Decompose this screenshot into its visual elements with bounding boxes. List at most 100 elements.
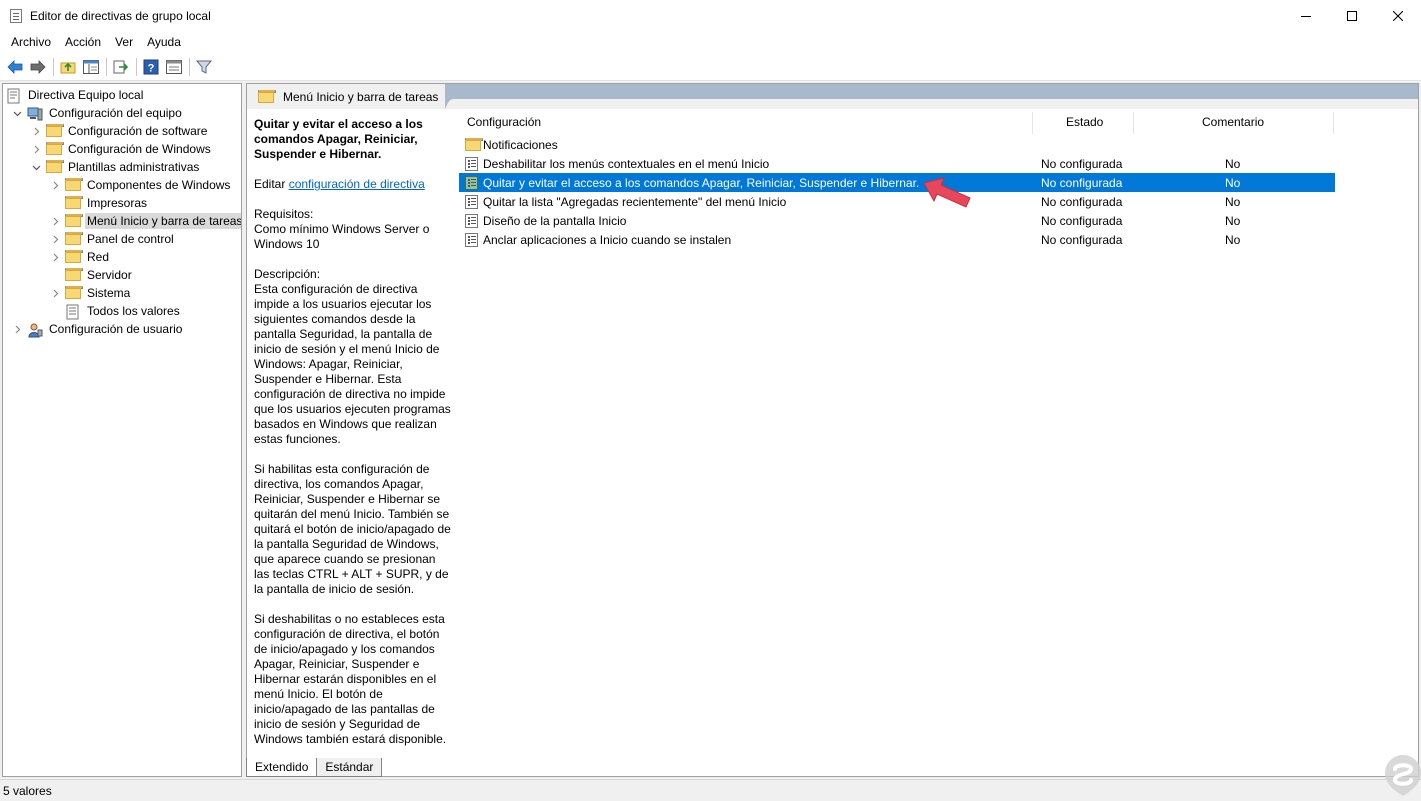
- tree-item[interactable]: Configuración del equipo: [11, 104, 184, 122]
- list-setting-row[interactable]: Quitar y evitar el acceso a los comandos…: [459, 173, 1335, 192]
- help-icon: ?: [143, 59, 159, 74]
- tree-item[interactable]: Directiva Equipo local: [6, 86, 145, 104]
- list-setting-row[interactable]: Diseño de la pantalla Inicio No configura…: [459, 211, 1335, 230]
- folder-icon: [65, 250, 83, 264]
- minimize-button[interactable]: [1283, 0, 1329, 31]
- status-text: 5 valores: [3, 783, 52, 798]
- tree-item-label: Configuración de Windows: [68, 142, 211, 156]
- policy-setting-icon: [465, 194, 479, 209]
- menu-ver[interactable]: Ver: [108, 33, 140, 51]
- folder-icon: [46, 142, 64, 156]
- column-header-configuracion[interactable]: Configuración: [467, 109, 541, 135]
- all-settings-icon: [65, 304, 81, 320]
- up-level-button[interactable]: [57, 56, 79, 78]
- folder-icon: [65, 214, 83, 228]
- back-button[interactable]: [4, 56, 26, 78]
- tree-item[interactable]: Panel de control: [49, 230, 176, 248]
- maximize-button[interactable]: [1329, 0, 1375, 31]
- settings-list[interactable]: Configuración Estado Comentario Notifica…: [459, 109, 1347, 249]
- tree-pane[interactable]: Directiva Equipo local Configuración del …: [2, 83, 242, 777]
- tree-item[interactable]: Red: [49, 248, 111, 266]
- chevron-down-icon[interactable]: [11, 104, 23, 122]
- setting-name: Diseño de la pantalla Inicio: [483, 213, 627, 228]
- expander-placeholder: [49, 194, 61, 212]
- tree-item[interactable]: Configuración de usuario: [11, 320, 184, 338]
- policy-setting-icon: [465, 232, 479, 247]
- export-list-icon: [113, 60, 129, 73]
- column-divider[interactable]: [1333, 112, 1334, 134]
- setting-comment: No: [1225, 213, 1241, 228]
- column-header-comentario[interactable]: Comentario: [1202, 109, 1264, 135]
- watermark-logo-icon: [1385, 755, 1421, 796]
- menu-archivo[interactable]: Archivo: [4, 33, 58, 51]
- header-accent-curve: [445, 84, 459, 109]
- tree-item[interactable]: Plantillas administrativas: [30, 158, 201, 176]
- tree-item-label: Componentes de Windows: [87, 178, 231, 192]
- toolbar-separator: [189, 57, 190, 76]
- setting-name-cell: Quitar la lista "Agregadas recientemente…: [465, 192, 786, 211]
- list-setting-row[interactable]: Anclar aplicaciones a Inicio cuando se i…: [459, 230, 1335, 249]
- chevron-right-icon[interactable]: [49, 284, 61, 302]
- column-divider[interactable]: [1133, 112, 1134, 134]
- chevron-right-icon[interactable]: [30, 122, 42, 140]
- folder-icon: [65, 268, 83, 282]
- help-button[interactable]: ?: [140, 56, 162, 78]
- header-accent-band: [452, 84, 1418, 99]
- setting-state: No configurada: [1041, 213, 1123, 228]
- properties-icon: [166, 59, 182, 74]
- setting-name: Anclar aplicaciones a Inicio cuando se i…: [483, 232, 732, 247]
- column-header-estado[interactable]: Estado: [1066, 109, 1103, 135]
- tree-item[interactable]: Configuración de Windows: [30, 140, 213, 158]
- close-button[interactable]: [1375, 0, 1421, 31]
- setting-name-cell: Quitar y evitar el acceso a los comandos…: [465, 173, 919, 192]
- chevron-right-icon[interactable]: [49, 176, 61, 194]
- filter-button[interactable]: [193, 56, 215, 78]
- description-label: Descripción:: [254, 267, 321, 281]
- list-folder-row[interactable]: Notificaciones: [459, 135, 1335, 154]
- chevron-right-icon[interactable]: [49, 248, 61, 266]
- tab-estandar[interactable]: Estándar: [317, 758, 383, 777]
- folder-icon: [65, 232, 83, 246]
- toolbar-separator: [53, 57, 54, 76]
- tree-item[interactable]: Impresoras: [49, 194, 149, 212]
- list-setting-row[interactable]: Quitar la lista "Agregadas recientemente…: [459, 192, 1335, 211]
- tab-extendido[interactable]: Extendido: [246, 758, 318, 777]
- tree-item-label: Configuración de software: [68, 124, 208, 138]
- tree-item[interactable]: Todos los valores: [49, 302, 182, 320]
- setting-name: Deshabilitar los menús contextuales en e…: [483, 156, 770, 171]
- annotation-arrow-icon: [923, 177, 971, 208]
- tree-item[interactable]: Sistema: [49, 284, 132, 302]
- back-arrow-icon: [7, 59, 23, 74]
- setting-comment: No: [1225, 194, 1241, 209]
- export-list-button[interactable]: [110, 56, 132, 78]
- column-divider[interactable]: [1032, 112, 1033, 134]
- close-icon: [1393, 10, 1403, 21]
- tree-item-label: Sistema: [87, 286, 131, 300]
- tree-item[interactable]: Servidor: [49, 266, 134, 284]
- forward-button[interactable]: [27, 56, 49, 78]
- folder-icon: [65, 178, 83, 192]
- tree-item[interactable]: Menú Inicio y barra de tareas: [49, 212, 241, 230]
- properties-button[interactable]: [163, 56, 185, 78]
- tree-item-label: Configuración del equipo: [49, 106, 182, 120]
- setting-state: No configurada: [1041, 156, 1123, 171]
- menu-ayuda[interactable]: Ayuda: [140, 33, 188, 51]
- view-tabs: Extendido Estándar: [246, 758, 383, 777]
- tree-item[interactable]: Configuración de software: [30, 122, 209, 140]
- list-setting-row[interactable]: Deshabilitar los menús contextuales en e…: [459, 154, 1335, 173]
- chevron-down-icon[interactable]: [30, 158, 42, 176]
- show-hide-tree-button[interactable]: [80, 56, 102, 78]
- edit-policy-line: Editar configuración de directiva: [254, 177, 454, 192]
- setting-state: No configurada: [1041, 194, 1123, 209]
- details-header: Menú Inicio y barra de tareas: [247, 84, 1418, 109]
- chevron-right-icon[interactable]: [11, 320, 23, 338]
- setting-state: No configurada: [1041, 232, 1123, 247]
- menu-accion[interactable]: Acción: [58, 33, 108, 51]
- edit-policy-link[interactable]: configuración de directiva: [289, 177, 425, 191]
- policy-setting-icon: [465, 156, 479, 171]
- chevron-right-icon[interactable]: [49, 230, 61, 248]
- chevron-right-icon[interactable]: [49, 212, 61, 230]
- tree-item[interactable]: Componentes de Windows: [49, 176, 232, 194]
- chevron-right-icon[interactable]: [30, 140, 42, 158]
- window-controls: [1283, 0, 1421, 31]
